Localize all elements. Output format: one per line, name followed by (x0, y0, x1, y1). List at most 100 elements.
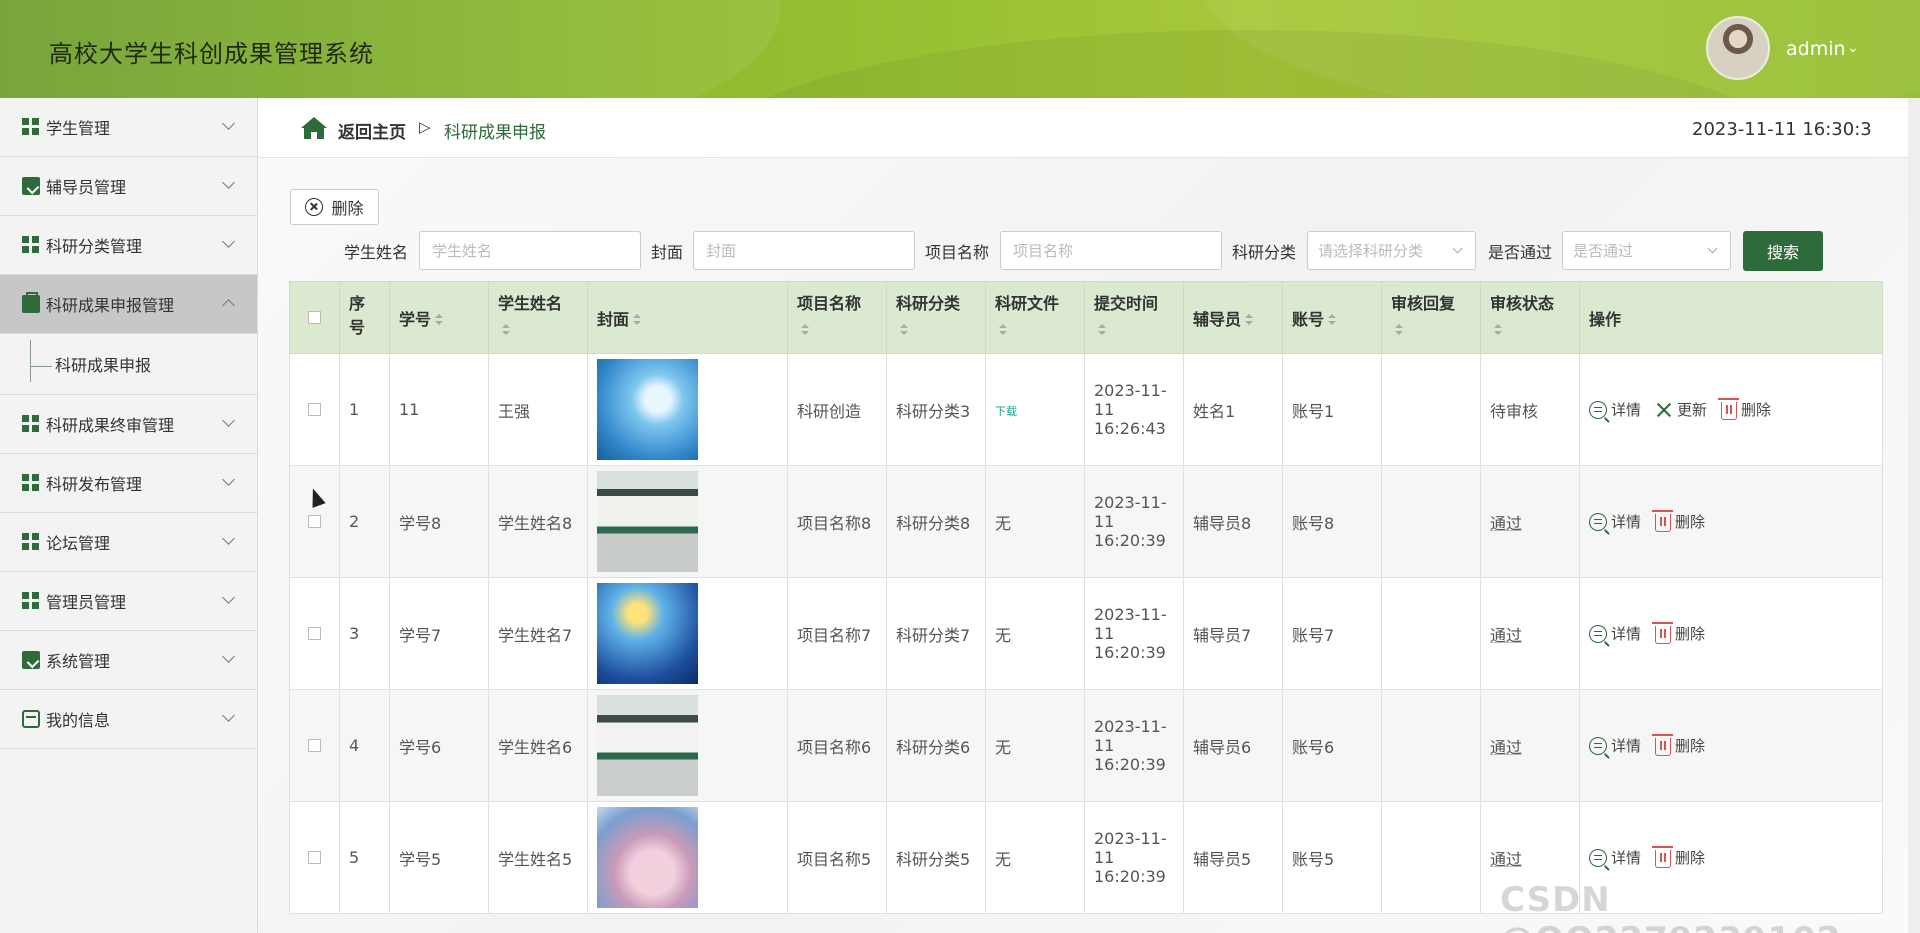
trash-icon (1652, 622, 1674, 644)
cell-category: 科研分类7 (886, 577, 986, 690)
search-input-project-name[interactable] (1000, 231, 1222, 270)
header-account[interactable]: 账号 (1292, 310, 1324, 329)
sidebar-item-counselor[interactable]: 辅导员管理 (0, 157, 257, 216)
search-input-cover[interactable] (693, 231, 915, 270)
detail-button[interactable]: 详情 (1589, 623, 1641, 644)
breadcrumb-separator: ▷ (419, 118, 431, 136)
row-checkbox[interactable] (308, 515, 321, 528)
row-actions: 详情 删除 (1589, 510, 1873, 532)
search-button[interactable]: 搜索 (1743, 231, 1823, 271)
header-counselor[interactable]: 辅导员 (1193, 310, 1241, 329)
search-select-category[interactable]: 请选择科研分类 (1307, 231, 1476, 270)
user-menu-name[interactable]: admin (1786, 38, 1846, 60)
cell-counselor: 姓名1 (1183, 353, 1283, 466)
detail-button[interactable]: 详情 (1589, 735, 1641, 756)
search-label-student-name: 学生姓名 (344, 243, 409, 262)
sidebar-item-category[interactable]: 科研分类管理 (0, 216, 257, 275)
cover-image[interactable] (597, 583, 698, 684)
page-scrollbar[interactable] (1908, 98, 1920, 933)
sidebar-item-label: 科研发布管理 (46, 475, 143, 494)
row-checkbox[interactable] (308, 403, 321, 416)
detail-icon (1589, 400, 1607, 419)
header-cover[interactable]: 封面 (597, 310, 629, 329)
row-checkbox[interactable] (308, 739, 321, 752)
update-button[interactable]: 更新 (1655, 399, 1707, 420)
row-checkbox[interactable] (308, 627, 321, 640)
sidebar-item-achievement-apply[interactable]: 科研成果申报管理 (0, 275, 257, 334)
cell-student-no: 学号5 (389, 801, 489, 914)
select-placeholder: 是否通过 (1573, 242, 1634, 260)
chevron-down-icon[interactable]: ⌄ (1847, 40, 1859, 56)
header-student-name[interactable]: 学生姓名 (498, 294, 562, 313)
cover-image[interactable] (597, 471, 698, 572)
delete-label: 删除 (1675, 513, 1706, 531)
sort-icon[interactable] (900, 324, 908, 336)
sidebar-item-forum[interactable]: 论坛管理 (0, 513, 257, 572)
cell-index: 4 (339, 689, 390, 802)
delete-button[interactable]: 删除 (1652, 846, 1705, 868)
cell-submit-time: 2023-11-11 16:20:39 (1084, 689, 1184, 802)
search-label-passed: 是否通过 (1488, 243, 1553, 262)
sort-icon[interactable] (502, 324, 510, 336)
sidebar-subitem-achievement-apply[interactable]: 科研成果申报 (0, 334, 257, 395)
row-checkbox[interactable] (308, 851, 321, 864)
sidebar-item-system[interactable]: 系统管理 (0, 631, 257, 690)
detail-button[interactable]: 详情 (1589, 511, 1641, 532)
select-all-checkbox[interactable] (308, 311, 321, 324)
cover-image[interactable] (597, 359, 698, 460)
cover-image[interactable] (597, 695, 698, 796)
sort-icon[interactable] (1245, 314, 1254, 326)
cover-image[interactable] (597, 807, 698, 908)
avatar[interactable] (1706, 16, 1770, 80)
card-icon (22, 710, 40, 728)
cell-submit-time: 2023-11-11 16:26:43 (1084, 353, 1184, 466)
detail-button[interactable]: 详情 (1589, 847, 1641, 868)
select-placeholder: 请选择科研分类 (1318, 242, 1424, 260)
main-content: 返回主页 ▷ 科研成果申报 2023-11-11 16:30:3 删除 学生姓名… (258, 98, 1920, 933)
delete-button[interactable]: 删除 (1652, 510, 1706, 532)
chevron-down-icon (222, 709, 235, 722)
sort-icon[interactable] (1328, 314, 1337, 326)
header-reply[interactable]: 审核回复 (1391, 294, 1455, 313)
batch-delete-button[interactable]: 删除 (290, 189, 379, 225)
sidebar-item-label: 系统管理 (46, 652, 111, 671)
detail-button[interactable]: 详情 (1589, 399, 1641, 420)
cell-status: 通过 (1490, 513, 1523, 533)
chevron-down-icon (1707, 243, 1718, 254)
home-icon[interactable] (300, 116, 328, 140)
header-category[interactable]: 科研分类 (896, 294, 960, 313)
download-link[interactable]: 下载 (995, 405, 1017, 418)
sort-icon[interactable] (1494, 324, 1502, 336)
cell-student-name: 学生姓名7 (488, 577, 588, 690)
sort-icon[interactable] (435, 314, 444, 326)
delete-button[interactable]: 删除 (1718, 398, 1771, 420)
sidebar-item-publish[interactable]: 科研发布管理 (0, 454, 257, 513)
header-submit-time[interactable]: 提交时间 (1094, 294, 1158, 313)
chevron-down-icon (222, 532, 235, 545)
sort-icon[interactable] (1395, 324, 1403, 336)
sidebar-item-admin[interactable]: 管理员管理 (0, 572, 257, 631)
sidebar-item-my-info[interactable]: 我的信息 (0, 690, 257, 749)
search-input-student-name[interactable] (419, 231, 641, 270)
header-file[interactable]: 科研文件 (995, 294, 1059, 313)
search-select-passed[interactable]: 是否通过 (1562, 231, 1731, 270)
cell-category: 科研分类5 (886, 801, 986, 914)
cell-index: 5 (339, 801, 390, 914)
header-status[interactable]: 审核状态 (1490, 294, 1554, 313)
sort-icon[interactable] (633, 314, 642, 326)
breadcrumb-home[interactable]: 返回主页 (338, 118, 406, 143)
sidebar-item-label: 学生管理 (46, 119, 111, 138)
sort-icon[interactable] (999, 324, 1007, 336)
cell-counselor: 辅导员5 (1183, 801, 1283, 914)
sidebar-item-final-review[interactable]: 科研成果终审管理 (0, 395, 257, 454)
delete-button[interactable]: 删除 (1652, 622, 1705, 644)
delete-button[interactable]: 删除 (1652, 734, 1705, 756)
sort-icon[interactable] (801, 324, 809, 336)
current-datetime: 2023-11-11 16:30:3 (1692, 119, 1872, 140)
header-student-no[interactable]: 学号 (399, 310, 431, 329)
header-project-name[interactable]: 项目名称 (797, 294, 861, 313)
sort-icon[interactable] (1098, 324, 1106, 336)
sidebar-item-student[interactable]: 学生管理 (0, 98, 257, 157)
sidebar-item-label: 科研成果终审管理 (46, 416, 175, 435)
app-title: 高校大学生科创成果管理系统 (49, 40, 374, 68)
